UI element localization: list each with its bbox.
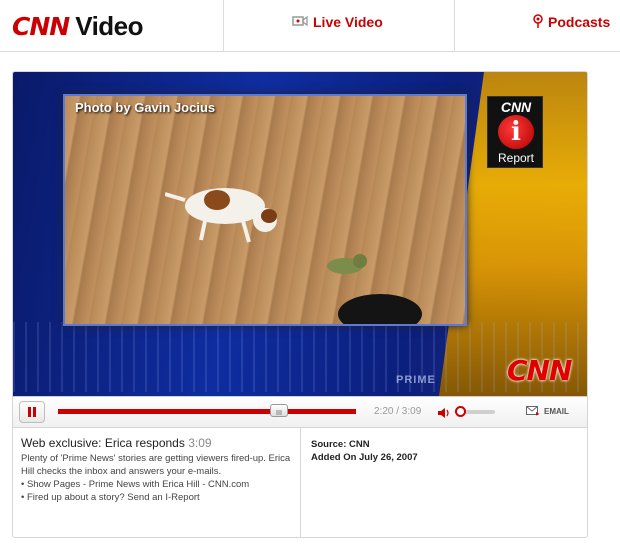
cnn-network-bug: CNN [507,354,572,387]
video-source: Source: CNN [311,439,370,450]
pause-button[interactable] [19,401,45,423]
nav-podcasts[interactable]: Podcasts [533,12,610,32]
ireport-report-text: Report [497,151,535,165]
volume-icon[interactable] [437,406,451,424]
video-logo-text: Video [75,10,144,41]
time-display: 2:20 / 3:09 [374,406,422,417]
video-duration: 3:09 [188,436,212,450]
progress-thumb[interactable] [269,404,288,417]
video-screen[interactable]: Photo by Gavin Jocius CNN i Report PRIME… [13,72,587,396]
background-grid [13,322,587,392]
site-header: CNN Video Live Video Podcasts [0,0,620,52]
grip-icon [276,410,282,415]
video-player: Photo by Gavin Jocius CNN i Report PRIME… [12,71,588,538]
video-meta: Source: CNN Added On July 26, 2007 [311,428,581,537]
video-photo-frame: Photo by Gavin Jocius [63,94,467,326]
video-camera-icon [292,14,308,30]
nav-divider [223,0,224,52]
shoe-image [338,294,422,324]
volume-knob[interactable] [455,406,466,417]
cnn-logo-text: CNN [12,11,70,41]
link-send-ireport[interactable]: • Fired up about a story? Send an I-Repo… [21,491,292,504]
progress-bar[interactable] [58,409,356,414]
ireport-i-icon: i [498,115,534,149]
video-info: Web exclusive: Erica responds 3:09 Plent… [13,428,301,537]
email-icon [526,406,540,416]
podcast-icon [533,13,543,31]
cnn-video-logo[interactable]: CNN Video [12,6,144,46]
dog-image [165,188,277,243]
toy-image [327,254,367,274]
video-description: Plenty of 'Prime News' stories are getti… [21,453,291,477]
video-added-date: Added On July 26, 2007 [311,452,418,463]
nav-divider [454,0,455,52]
email-label: EMAIL [544,406,569,416]
nav-podcasts-label: Podcasts [548,14,611,30]
player-controls: 2:20 / 3:09 EMAIL [13,396,587,428]
link-show-pages[interactable]: • Show Pages - Prime News with Erica Hil… [21,478,292,491]
photo-credit: Photo by Gavin Jocius [75,100,216,115]
ireport-cnn-text: CNN [500,99,532,115]
video-title: Web exclusive: Erica responds [21,436,185,450]
prime-watermark: PRIME [396,374,436,386]
nav-live-video-label: Live Video [313,14,383,30]
video-title-line: Web exclusive: Erica responds 3:09 [21,436,292,450]
ireport-badge: CNN i Report [487,96,543,168]
pause-icon [28,407,36,417]
email-button[interactable]: EMAIL [526,406,569,416]
nav-live-video[interactable]: Live Video [292,12,383,32]
